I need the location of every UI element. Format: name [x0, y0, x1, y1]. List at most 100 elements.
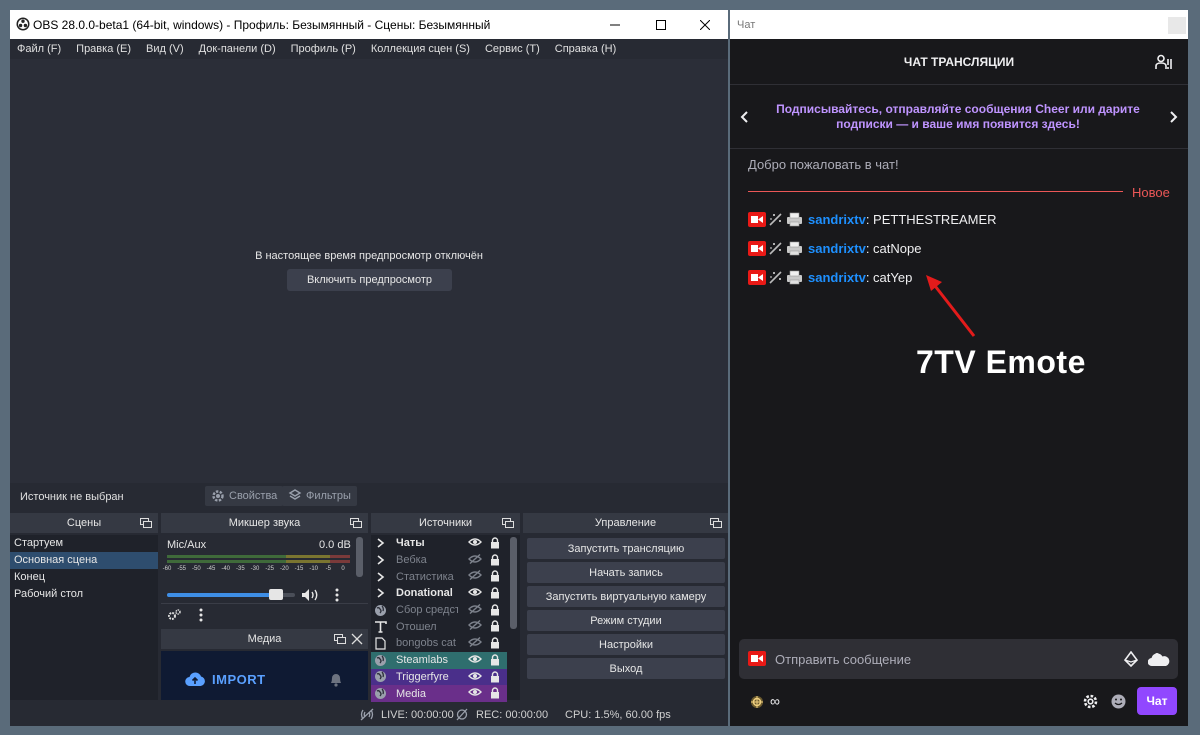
studio-mode-button[interactable]: Режим студии	[527, 610, 725, 631]
source-item[interactable]: Triggerfyre	[371, 668, 507, 686]
settings-button[interactable]: Настройки	[527, 634, 725, 655]
sources-scrollbar[interactable]	[510, 537, 517, 629]
menu-view[interactable]: Вид (V)	[146, 43, 184, 55]
mixer-scrollbar[interactable]	[356, 537, 363, 577]
source-item[interactable]: bongobs cat	[371, 635, 507, 652]
extension-cloud-icon[interactable]	[1148, 650, 1170, 668]
start-streaming-button[interactable]: Запустить трансляцию	[527, 538, 725, 559]
lock-icon[interactable]	[490, 670, 500, 683]
volume-slider-handle[interactable]	[268, 589, 283, 600]
eye-icon[interactable]	[468, 587, 482, 597]
lock-icon[interactable]	[490, 587, 500, 599]
close-button[interactable]	[682, 10, 728, 39]
source-item[interactable]: Статистика	[371, 568, 507, 585]
scene-item[interactable]: Стартуем	[10, 535, 158, 552]
source-item[interactable]: Donational	[371, 585, 507, 602]
source-item[interactable]: Вебка	[371, 552, 507, 569]
lock-icon[interactable]	[490, 604, 500, 616]
globe-icon	[372, 687, 388, 700]
start-recording-button[interactable]: Начать запись	[527, 562, 725, 583]
source-name: Donational	[396, 587, 453, 600]
source-name: Media	[396, 687, 426, 700]
undock-icon[interactable]	[350, 518, 362, 528]
source-item[interactable]: Чаты	[371, 535, 507, 552]
eye-closed-icon[interactable]	[468, 637, 482, 648]
bell-icon[interactable]	[329, 671, 343, 687]
chat-send-button[interactable]: Чат	[1137, 687, 1177, 715]
text-icon	[372, 620, 388, 634]
lock-icon[interactable]	[490, 537, 500, 549]
chat-titlebar-scroll[interactable]	[1168, 17, 1186, 34]
chevron-right-icon[interactable]	[1169, 110, 1179, 124]
eye-closed-icon[interactable]	[468, 553, 482, 564]
users-icon[interactable]	[1155, 54, 1172, 70]
menu-edit[interactable]: Правка (E)	[76, 43, 131, 55]
filters-button[interactable]: Фильтры	[282, 486, 357, 506]
scenes-title: Сцены	[66, 517, 102, 529]
menu-docks[interactable]: Док-панели (D)	[199, 43, 276, 55]
source-item[interactable]: Media	[371, 685, 507, 702]
chat-settings-gear-icon[interactable]	[1082, 693, 1099, 710]
vu-scale-tick: -45	[206, 566, 216, 572]
start-virtual-camera-button[interactable]: Запустить виртуальную камеру	[527, 586, 725, 607]
vu-scale-tick: -30	[250, 566, 260, 572]
scene-item-selected[interactable]: Основная сцена	[10, 552, 158, 569]
obs-titlebar: OBS 28.0.0-beta1 (64-bit, windows) - Про…	[10, 10, 728, 39]
eye-closed-icon[interactable]	[468, 620, 482, 631]
source-item[interactable]: Steamlabs	[371, 651, 507, 669]
source-item[interactable]: Отошел	[371, 618, 507, 635]
vu-scale-tick: -35	[235, 566, 245, 572]
undock-icon[interactable]	[710, 518, 722, 528]
chat-username[interactable]: sandrixtv	[808, 241, 866, 256]
menu-scene-collection[interactable]: Коллекция сцен (S)	[371, 43, 470, 55]
scene-item[interactable]: Рабочий стол	[10, 586, 158, 603]
maximize-button[interactable]	[638, 10, 684, 39]
eye-icon[interactable]	[468, 537, 482, 547]
bits-icon[interactable]	[1123, 651, 1139, 667]
eye-icon[interactable]	[468, 671, 482, 681]
eye-closed-icon[interactable]	[468, 603, 482, 614]
undock-icon[interactable]	[334, 634, 346, 644]
close-icon	[700, 19, 710, 30]
menu-file[interactable]: Файл (F)	[17, 43, 61, 55]
eye-icon[interactable]	[468, 687, 482, 697]
properties-button[interactable]: Свойства	[205, 486, 284, 506]
source-item[interactable]: Сбор средств	[371, 602, 507, 619]
scene-item[interactable]: Конец	[10, 569, 158, 586]
mixer-menu-icon[interactable]	[335, 588, 339, 602]
undock-icon[interactable]	[140, 518, 152, 528]
folder-icon	[372, 554, 388, 566]
source-name: Triggerfyre	[396, 670, 449, 683]
chevron-left-icon[interactable]	[739, 110, 749, 124]
source-name: bongobs cat	[396, 637, 456, 650]
chat-username[interactable]: sandrixtv	[808, 270, 866, 285]
lock-icon[interactable]	[490, 554, 500, 566]
import-button[interactable]: IMPORT	[212, 672, 266, 687]
lock-icon[interactable]	[490, 687, 500, 699]
minimize-button[interactable]	[592, 10, 638, 39]
menu-tools[interactable]: Сервис (T)	[485, 43, 540, 55]
chat-input[interactable]: Отправить сообщение	[739, 639, 1178, 679]
advanced-audio-icon[interactable]	[167, 608, 182, 622]
lock-icon[interactable]	[490, 620, 500, 632]
lock-icon[interactable]	[490, 637, 500, 649]
enable-preview-button[interactable]: Включить предпросмотр	[287, 269, 452, 291]
undock-icon[interactable]	[502, 518, 514, 528]
chat-username[interactable]: sandrixtv	[808, 212, 866, 227]
media-panel: IMPORT	[161, 651, 368, 700]
mixer-title: Микшер звука	[228, 517, 301, 529]
eye-icon[interactable]	[468, 654, 482, 664]
close-icon[interactable]	[351, 633, 363, 645]
channel-points-icon[interactable]	[749, 694, 765, 710]
vu-scale-tick: -40	[221, 566, 230, 572]
menu-help[interactable]: Справка (H)	[555, 43, 616, 55]
lock-icon[interactable]	[490, 654, 500, 666]
eye-closed-icon[interactable]	[468, 570, 482, 581]
exit-button[interactable]: Выход	[527, 658, 725, 679]
mixer-options-icon[interactable]	[199, 608, 203, 622]
menu-profile[interactable]: Профиль (P)	[291, 43, 356, 55]
lock-icon[interactable]	[490, 570, 500, 582]
emote-picker-icon[interactable]	[1110, 693, 1127, 710]
chat-message: sandrixtv : PETTHESTREAMER	[748, 210, 997, 228]
speaker-icon[interactable]	[301, 588, 321, 602]
